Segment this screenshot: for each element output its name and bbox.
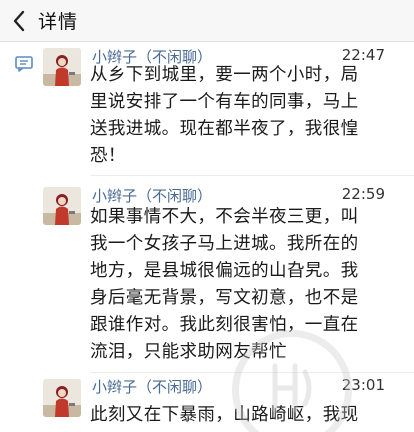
author-name[interactable]: 小辫子（不闲聊）	[92, 185, 212, 206]
post-line: 里说安排了一个有车的同事，马上	[90, 92, 359, 112]
post-line: 我一个女孩子马上进城。我所在的	[90, 234, 359, 254]
post-line: 流泪，只能求助网友帮忙	[90, 342, 287, 362]
comment-icon[interactable]	[15, 56, 33, 72]
list-item: 小辫子（不闲聊） 22:47 从乡下到城里，要一两个小时，局 里说安排了一个有车…	[0, 43, 414, 176]
avatar[interactable]	[43, 187, 81, 225]
back-button[interactable]	[0, 0, 38, 42]
post-content: 如果事情不大，不会半夜三更，叫 我一个女孩子马上进城。我所在的 地方，是县城很偏…	[90, 204, 400, 366]
post-line: 恐！	[90, 146, 126, 166]
chevron-left-icon	[13, 10, 25, 31]
list-item: 小辫子（不闲聊） 23:01 此刻又在下暴雨，山路崎岖，我现	[0, 374, 414, 432]
post-line: 此刻又在下暴雨，山路崎岖，我现	[90, 405, 359, 425]
post-line: 跟谁作对。我此刻很害怕，一直在	[90, 315, 359, 335]
divider	[90, 175, 414, 176]
avatar[interactable]	[43, 48, 81, 86]
post-line: 如果事情不大，不会半夜三更，叫	[90, 207, 359, 227]
author-name[interactable]: 小辫子（不闲聊）	[92, 376, 212, 397]
divider	[90, 372, 414, 373]
list-item: 小辫子（不闲聊） 22:59 如果事情不大，不会半夜三更，叫 我一个女孩子马上进…	[0, 177, 414, 373]
avatar[interactable]	[43, 379, 81, 417]
page-title: 详情	[38, 11, 79, 33]
post-content: 此刻又在下暴雨，山路崎岖，我现	[90, 402, 400, 429]
post-time: 22:59	[341, 185, 385, 203]
post-line: 地方，是县城很偏远的山旮旯。我	[90, 261, 359, 281]
post-content: 从乡下到城里，要一两个小时，局 里说安排了一个有车的同事，马上 送我进城。现在都…	[90, 62, 400, 170]
post-line: 身后毫无背景，写文初意，也不是	[90, 288, 359, 308]
post-line: 从乡下到城里，要一两个小时，局	[90, 65, 359, 85]
post-line: 送我进城。现在都半夜了，我很惶	[90, 119, 359, 139]
top-bar: 详情	[0, 0, 414, 42]
post-time: 23:01	[341, 376, 385, 394]
